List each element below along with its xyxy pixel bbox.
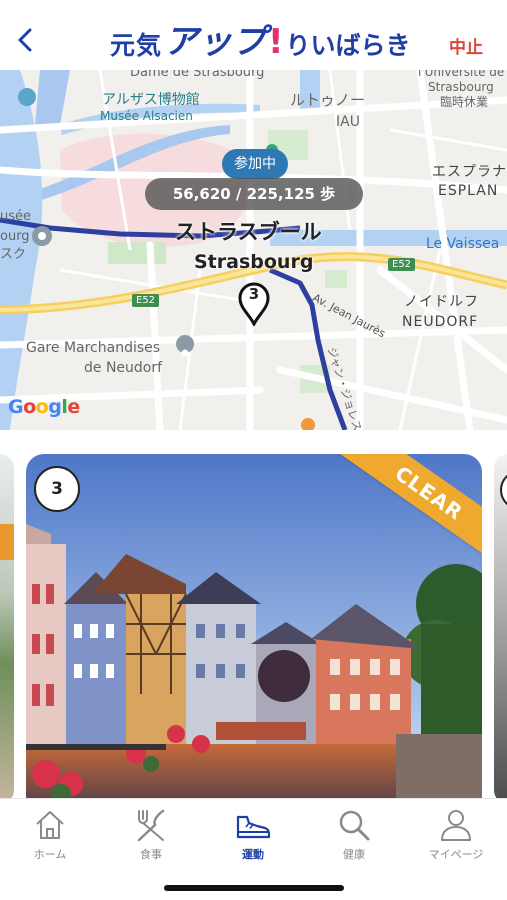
tab-exercise-label: 運動 <box>242 848 264 861</box>
logo-text-up: アップ <box>164 22 267 62</box>
map-label-univ2: Strasbourg <box>428 80 494 94</box>
map-label-esplanade-jp: エスプラナ <box>432 164 507 180</box>
logo-text-ibaraki: りいばらき <box>285 31 411 60</box>
chevron-left-icon <box>18 28 32 52</box>
app-header: 元気 アップ ! りいばらき 中止 <box>0 0 507 70</box>
map-label-gare1: Gare Marchandises <box>26 340 161 356</box>
previous-card-ribbon <box>0 524 14 560</box>
tab-mypage[interactable]: マイページ <box>406 807 506 865</box>
app-logo: 元気 アップ ! りいばらき <box>110 16 411 62</box>
map-label-dame: Dame de Strasbourg <box>130 70 265 80</box>
road-shield-e52-a: E52 <box>388 258 416 271</box>
logo-text-genki: 元気 <box>110 31 163 60</box>
map-label-sku-frag: スク <box>0 247 27 262</box>
person-icon <box>441 810 471 841</box>
tab-mypage-label: マイページ <box>428 848 484 861</box>
tab-exercise[interactable]: 運動 <box>203 807 303 865</box>
fork-knife-icon <box>137 809 165 842</box>
stop-button[interactable]: 中止 <box>449 33 483 58</box>
tab-health[interactable]: 健康 <box>304 807 404 865</box>
road-shield-e52-b: E52 <box>132 294 160 307</box>
checkpoint-carousel[interactable]: 3 CLEAR <box>0 430 507 800</box>
sneaker-icon <box>236 815 271 839</box>
map-label-esplanade-fr: ESPLAN <box>438 183 499 199</box>
map-label-lutoono: ルトゥノー <box>290 91 366 109</box>
map-label-strasbourg-jp: ストラスブール <box>175 220 322 244</box>
checkpoint-marker-number: 3 <box>248 285 260 303</box>
checkpoint-card[interactable]: 3 CLEAR <box>26 454 482 800</box>
tab-health-label: 健康 <box>343 848 365 861</box>
map-label-gare2: de Neudorf <box>84 360 163 376</box>
tab-meal-label: 食事 <box>140 848 162 861</box>
map-label-univ3: 臨時休業 <box>440 95 489 109</box>
step-counter: 56,620 / 225,125 歩 <box>145 178 363 210</box>
next-checkpoint-card[interactable] <box>494 454 507 800</box>
map-label-alsace-fr: Musée Alsacien <box>100 109 193 123</box>
map-label-neudorf-fr: NEUDORF <box>402 314 479 330</box>
map-label-strasbourg-en: Strasbourg <box>194 251 314 273</box>
home-icon <box>36 811 64 839</box>
tab-home-label: ホーム <box>33 848 67 861</box>
logo-text-exclaim: ! <box>268 22 284 62</box>
search-icon <box>339 810 370 841</box>
google-logo: Google <box>8 396 80 418</box>
map-label-vaisseau: Le Vaissea <box>426 236 500 252</box>
home-indicator <box>164 885 344 891</box>
map-label-alsace-jp: アルザス博物館 <box>102 92 200 108</box>
tab-meal[interactable]: 食事 <box>101 807 201 865</box>
tab-home[interactable]: ホーム <box>0 807 100 865</box>
map-label-univ1: l'Université de <box>418 70 505 79</box>
map-label-bourg-frag: ourg <box>0 229 30 244</box>
map-label-iau: IAU <box>336 114 360 130</box>
map-label-musee-frag: usée <box>0 209 32 224</box>
next-card-number-badge <box>500 470 507 510</box>
map-label-neudorf-jp: ノイドルフ <box>404 294 479 310</box>
checkpoint-number-badge: 3 <box>34 466 80 512</box>
previous-checkpoint-card[interactable] <box>0 454 14 800</box>
checkpoint-marker[interactable]: 3 <box>237 282 271 328</box>
participating-badge: 参加中 <box>222 149 288 179</box>
back-button[interactable] <box>10 24 42 56</box>
route-map[interactable]: Dame de Strasbourg アルザス博物館 Musée Alsacie… <box>0 70 507 430</box>
